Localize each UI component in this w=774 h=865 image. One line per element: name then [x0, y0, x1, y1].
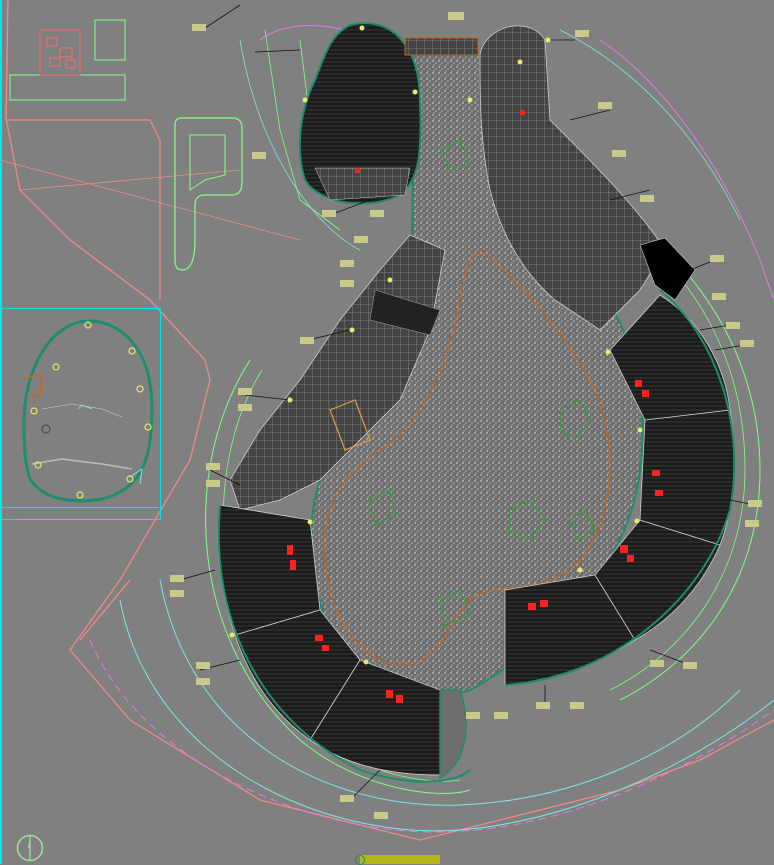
small-buildings-cluster [39, 29, 81, 76]
green-loop-track-inner [189, 134, 226, 191]
green-parcel-box [94, 19, 126, 61]
east-seating-2 [639, 409, 735, 546]
north-west-pavilion-grid [314, 167, 411, 201]
key-map-bottom-rule [1, 507, 159, 508]
north-arrow-icon [16, 834, 44, 862]
key-map-icon [22, 319, 154, 503]
south-pier [439, 689, 467, 780]
upper-left-lines [0, 159, 301, 241]
green-parcel-top-left [9, 74, 126, 101]
green-loop-track [174, 117, 243, 271]
upper-left-parcel [6, 119, 161, 300]
north-gate [404, 37, 479, 56]
cad-viewport[interactable] [0, 0, 774, 865]
title-block-fragment [360, 855, 440, 864]
key-map-inset[interactable] [1, 308, 161, 520]
